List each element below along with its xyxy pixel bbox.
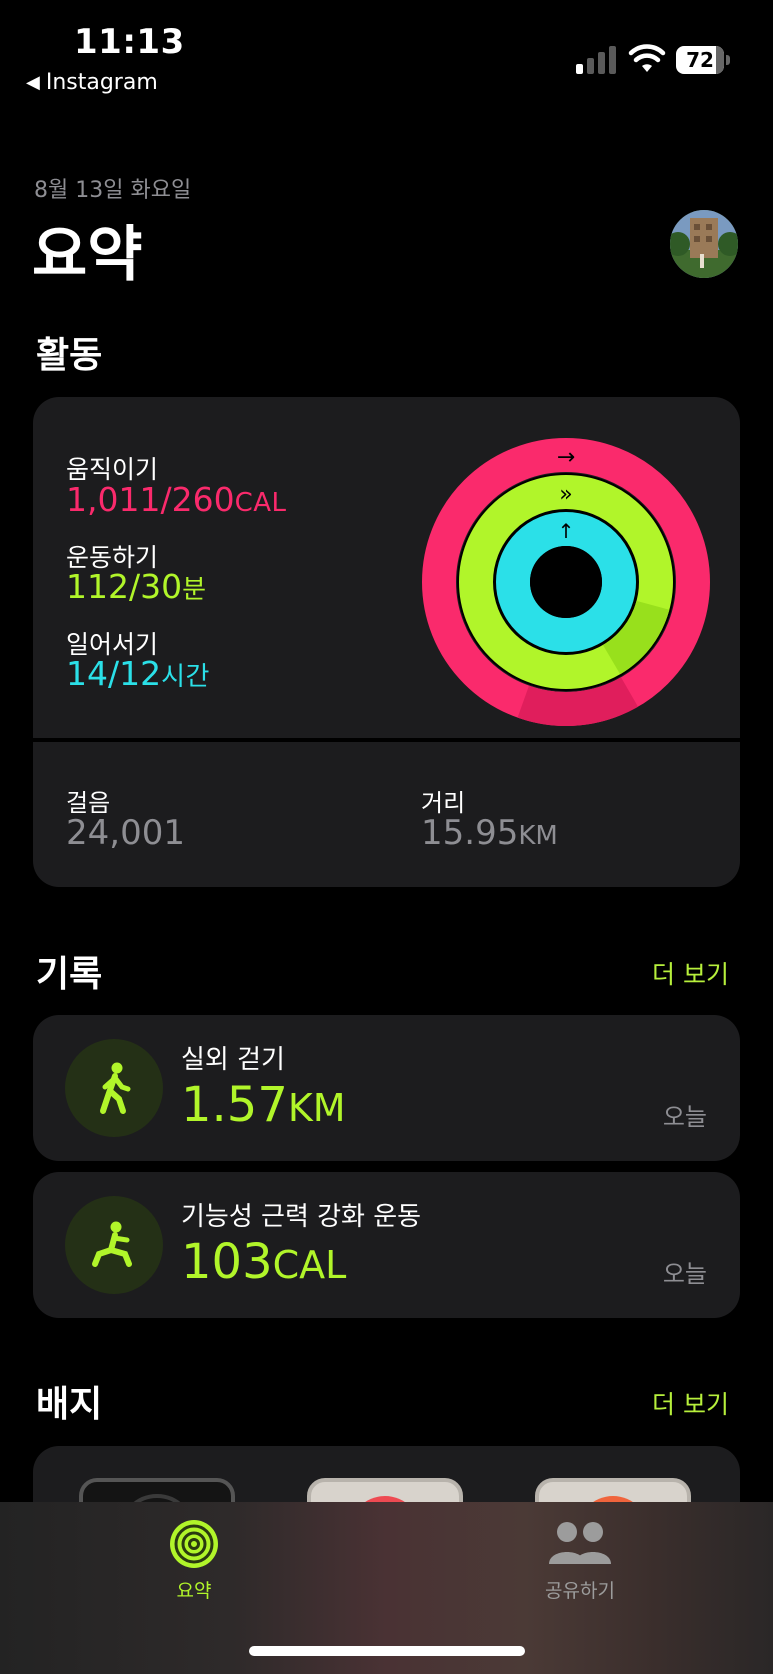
badges-section-title: 배지	[36, 1384, 103, 1425]
workout-value-unit: KM	[287, 1086, 346, 1130]
exercise-value-unit: 분	[182, 575, 207, 605]
workout-name: 실외 걷기	[181, 1045, 285, 1075]
walking-figure-icon	[100, 1062, 131, 1114]
card-divider	[33, 738, 740, 742]
people-icon	[549, 1522, 611, 1564]
move-value-unit: CAL	[234, 488, 287, 518]
back-triangle-icon: ◀	[26, 72, 40, 93]
distance-value-number: 15.95	[421, 813, 519, 853]
tab-sharing-label: 공유하기	[545, 1580, 615, 1602]
stand-arrow-icon: ↑	[558, 519, 575, 543]
workout-icon-circle	[65, 1039, 163, 1137]
activity-rings[interactable]: → » ↑	[421, 437, 711, 727]
page-title: 요약	[32, 220, 143, 290]
back-app-label: Instagram	[45, 70, 158, 95]
distance-value-unit: KM	[518, 821, 558, 851]
home-indicator[interactable]	[249, 1646, 525, 1656]
wifi-icon	[628, 44, 666, 72]
workout-card[interactable]: 실외 걷기 1.57KM 오늘	[33, 1015, 740, 1161]
history-section-title: 기록	[36, 954, 103, 995]
back-to-app-button[interactable]: ◀ Instagram	[26, 70, 158, 95]
workout-value: 103CAL	[181, 1234, 346, 1290]
workout-value: 1.57KM	[181, 1077, 346, 1133]
avatar[interactable]	[670, 210, 738, 278]
avatar-photo	[670, 210, 738, 278]
activity-section-title: 활동	[36, 335, 103, 376]
stand-value-unit: 시간	[161, 662, 210, 692]
rings-center	[530, 546, 602, 618]
workout-name: 기능성 근력 강화 운동	[181, 1202, 422, 1232]
workout-card[interactable]: 기능성 근력 강화 운동 103CAL 오늘	[33, 1172, 740, 1318]
date-label: 8월 13일 화요일	[34, 178, 192, 203]
activity-rings-icon	[170, 1520, 218, 1568]
activity-card[interactable]: 움직이기 1,011/260CAL 운동하기 112/30분 일어서기 14/1…	[33, 397, 740, 887]
move-value-number: 1,011/260	[66, 480, 235, 519]
workout-date: 오늘	[662, 1260, 707, 1288]
exercise-value: 112/30분	[66, 567, 207, 606]
tab-summary-label: 요약	[176, 1580, 212, 1602]
move-value: 1,011/260CAL	[66, 480, 287, 519]
strength-training-figure-icon	[92, 1221, 132, 1267]
battery-icon: 72	[676, 46, 730, 74]
badges-more-link[interactable]: 더 보기	[652, 1385, 729, 1421]
workout-icon-circle	[65, 1196, 163, 1294]
stand-value: 14/12시간	[66, 654, 210, 693]
stand-value-number: 14/12	[66, 654, 162, 693]
battery-level: 72	[686, 48, 714, 72]
tab-sharing[interactable]: 공유하기	[500, 1518, 660, 1603]
exercise-double-arrow-icon: »	[559, 482, 572, 507]
workout-value-number: 1.57	[181, 1077, 288, 1133]
move-arrow-icon: →	[557, 445, 575, 470]
steps-value: 24,001	[66, 813, 185, 853]
workout-value-unit: CAL	[272, 1243, 347, 1287]
status-bar: 11:13 ◀ Instagram 72	[0, 0, 773, 110]
status-time: 11:13	[74, 22, 185, 62]
exercise-value-number: 112/30	[66, 567, 183, 606]
workout-date: 오늘	[662, 1103, 707, 1131]
history-more-link[interactable]: 더 보기	[652, 955, 729, 991]
workout-value-number: 103	[181, 1234, 273, 1290]
tab-summary[interactable]: 요약	[114, 1518, 274, 1603]
distance-value: 15.95KM	[421, 813, 558, 853]
cellular-signal-icon	[576, 44, 616, 74]
